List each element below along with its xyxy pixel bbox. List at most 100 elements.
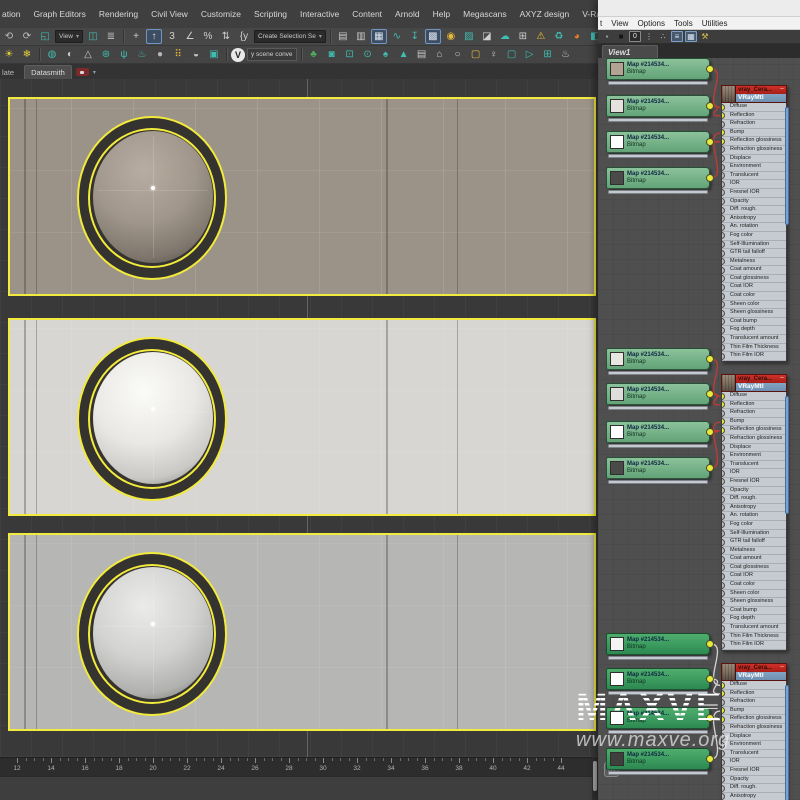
menu-item-content[interactable]: Content — [352, 9, 382, 19]
material-preview-strip-2[interactable] — [8, 318, 596, 516]
pick-material-icon[interactable]: ⚒ — [699, 31, 711, 42]
input-socket[interactable] — [722, 250, 725, 257]
input-socket[interactable] — [722, 682, 725, 689]
input-socket[interactable] — [722, 104, 725, 111]
vraymtl-header[interactable]: vray_Cera...VRayMtl− — [721, 663, 787, 681]
input-socket[interactable] — [722, 310, 725, 317]
input-socket[interactable] — [722, 478, 725, 485]
percent-snap-icon[interactable]: % — [200, 29, 216, 44]
vraymtl-header[interactable]: vray_Cera...VRayMtl− — [721, 85, 787, 103]
input-socket[interactable] — [722, 582, 725, 589]
spinner-snap-icon[interactable]: ⇅ — [218, 29, 234, 44]
input-socket[interactable] — [722, 444, 725, 451]
fire-icon[interactable]: ♨ — [134, 47, 150, 62]
mirror-icon[interactable]: ▤ — [335, 29, 351, 44]
node-graph-area[interactable]: ⊞ Map #214534...BitmapMap #214534...Bitm… — [598, 58, 800, 800]
menu-item-civil-view[interactable]: Civil View — [151, 9, 188, 19]
schematic-view-icon[interactable]: ↧ — [407, 29, 423, 44]
node-link-icon[interactable]: ∴ — [657, 31, 669, 42]
tree-icon[interactable]: ♣ — [306, 47, 322, 62]
input-socket[interactable] — [722, 776, 725, 783]
node-scrollbar[interactable] — [785, 685, 789, 800]
input-socket[interactable] — [722, 232, 725, 239]
toolbar-menu-icon[interactable] — [76, 68, 89, 76]
output-socket[interactable] — [706, 714, 714, 722]
script-brace-icon[interactable]: {y — [236, 29, 252, 44]
slate-menu-options[interactable]: Options — [637, 19, 665, 28]
input-socket[interactable] — [722, 267, 725, 274]
menu-item-ation[interactable]: ation — [2, 9, 20, 19]
menu-item-customize[interactable]: Customize — [201, 9, 241, 19]
material-editor-icon[interactable]: ▩ — [425, 29, 441, 44]
select-object-icon[interactable]: ↑ — [146, 29, 162, 44]
input-socket[interactable] — [722, 573, 725, 580]
input-socket[interactable] — [722, 521, 725, 528]
vray-logo-icon[interactable]: V — [231, 48, 245, 62]
bitmap-node[interactable]: Map #214534...Bitmap — [606, 633, 710, 660]
undo-icon[interactable]: ⟲ — [1, 29, 17, 44]
input-socket[interactable] — [722, 198, 725, 205]
input-socket[interactable] — [722, 707, 725, 714]
input-socket[interactable] — [722, 301, 725, 308]
input-socket[interactable] — [722, 487, 725, 494]
input-socket[interactable] — [722, 724, 725, 731]
input-socket[interactable] — [722, 785, 725, 792]
input-socket[interactable] — [722, 690, 725, 697]
bulb-icon[interactable]: ⊙ — [360, 47, 376, 62]
output-socket[interactable] — [706, 65, 714, 73]
input-socket[interactable] — [722, 401, 725, 408]
prism-icon[interactable]: △ — [80, 47, 96, 62]
bitmap-node-body[interactable]: Map #214534...Bitmap — [606, 58, 710, 80]
scrollbar-thumb[interactable] — [593, 761, 597, 791]
bitmap-node-body[interactable]: Map #214534...Bitmap — [606, 167, 710, 189]
bitmap-node[interactable]: Map #214534...Bitmap — [606, 58, 710, 85]
bitmap-node-body[interactable]: Map #214534...Bitmap — [606, 348, 710, 370]
collapse-icon[interactable]: − — [780, 375, 784, 383]
input-socket[interactable] — [722, 767, 725, 774]
slate-menu-view[interactable]: View — [611, 19, 628, 28]
input-socket[interactable] — [722, 625, 725, 632]
output-socket[interactable] — [706, 355, 714, 363]
vraymtl-node[interactable]: vray_Cera...VRayMtl−DiffuseReflectionRef… — [721, 85, 787, 362]
output-socket[interactable] — [706, 675, 714, 683]
material-preview-strip-3[interactable] — [8, 533, 596, 731]
slate-menu-utilities[interactable]: Utilities — [702, 19, 728, 28]
bitmap-node[interactable]: Map #214534...Bitmap — [606, 167, 710, 194]
input-socket[interactable] — [722, 759, 725, 766]
globe-icon[interactable]: ◍ — [44, 47, 60, 62]
input-socket[interactable] — [722, 590, 725, 597]
input-socket[interactable] — [722, 224, 725, 231]
redo-icon[interactable]: ⟳ — [19, 29, 35, 44]
tab-populate-fragment[interactable]: late — [2, 66, 20, 79]
output-socket[interactable] — [706, 640, 714, 648]
input-socket[interactable] — [722, 461, 725, 468]
input-socket[interactable] — [722, 733, 725, 740]
vraymtl-node[interactable]: vray_Cera...VRayMtl−DiffuseReflectionRef… — [721, 374, 787, 651]
output-socket[interactable] — [706, 390, 714, 398]
input-socket[interactable] — [722, 616, 725, 623]
snap-toggle-icon[interactable]: ◫ — [85, 29, 101, 44]
input-socket[interactable] — [722, 607, 725, 614]
torus-icon[interactable]: ○ — [450, 47, 466, 62]
input-socket[interactable] — [722, 353, 725, 360]
output-socket[interactable] — [706, 428, 714, 436]
output-socket[interactable] — [706, 755, 714, 763]
play-icon[interactable]: ▷ — [522, 47, 538, 62]
preview-sphere[interactable] — [93, 131, 213, 263]
node-wire[interactable] — [711, 69, 720, 107]
bitmap-node[interactable]: Map #214534...Bitmap — [606, 383, 710, 410]
node-scrollbar[interactable] — [785, 396, 789, 514]
input-socket[interactable] — [722, 344, 725, 351]
bell-icon[interactable]: ⌂ — [432, 47, 448, 62]
screen-icon[interactable]: ▢ — [504, 47, 520, 62]
input-socket[interactable] — [722, 716, 725, 723]
warning-icon[interactable]: ⚠ — [533, 29, 549, 44]
input-socket[interactable] — [722, 418, 725, 425]
layer-manager-icon[interactable]: ▦ — [371, 29, 387, 44]
render-icon[interactable]: ◪ — [479, 29, 495, 44]
snowflake-icon[interactable]: ❄ — [19, 47, 35, 62]
scatter-icon[interactable]: ⊛ — [98, 47, 114, 62]
input-socket[interactable] — [722, 539, 725, 546]
bitmap-node-body[interactable]: Map #214534...Bitmap — [606, 633, 710, 655]
material-preview-strip-1[interactable] — [8, 97, 596, 296]
